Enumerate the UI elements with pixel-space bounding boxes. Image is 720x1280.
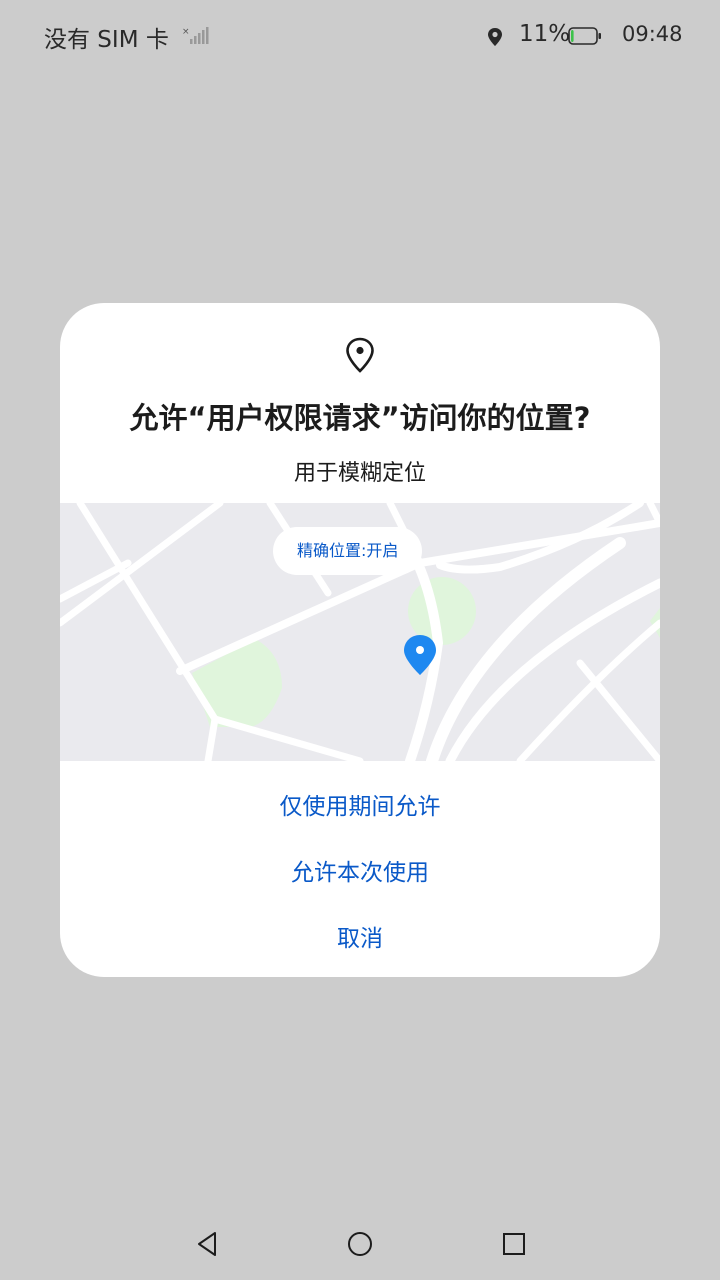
home-icon[interactable] bbox=[347, 1231, 373, 1261]
carrier-label: 没有 SIM 卡 bbox=[44, 27, 169, 53]
location-pin-icon bbox=[344, 337, 376, 377]
battery-percent: 11% bbox=[519, 21, 571, 47]
dialog-subtitle: 用于模糊定位 bbox=[293, 461, 426, 486]
recent-apps-icon[interactable] bbox=[502, 1232, 526, 1260]
allow-this-time-button[interactable]: 允许本次使用 bbox=[60, 853, 660, 887]
back-icon[interactable] bbox=[196, 1231, 218, 1261]
cancel-button[interactable]: 取消 bbox=[60, 919, 660, 953]
svg-text:×: × bbox=[182, 27, 190, 37]
permission-dialog: 允许“用户权限请求”访问你的位置? 用于模糊定位 精确位置:开启 仅使用期间允许… bbox=[60, 303, 660, 977]
precise-location-chip[interactable]: 精确位置:开启 bbox=[273, 527, 423, 575]
battery-icon bbox=[568, 27, 602, 49]
status-bar: 没有 SIM 卡 × 11% 09:48 bbox=[0, 0, 720, 70]
dialog-title: 允许“用户权限请求”访问你的位置? bbox=[129, 401, 591, 435]
location-icon bbox=[486, 27, 504, 51]
signal-icon: × bbox=[182, 26, 210, 50]
allow-while-using-button[interactable]: 仅使用期间允许 bbox=[60, 787, 660, 821]
location-map: 精确位置:开启 bbox=[60, 503, 660, 761]
clock: 09:48 bbox=[622, 22, 683, 46]
